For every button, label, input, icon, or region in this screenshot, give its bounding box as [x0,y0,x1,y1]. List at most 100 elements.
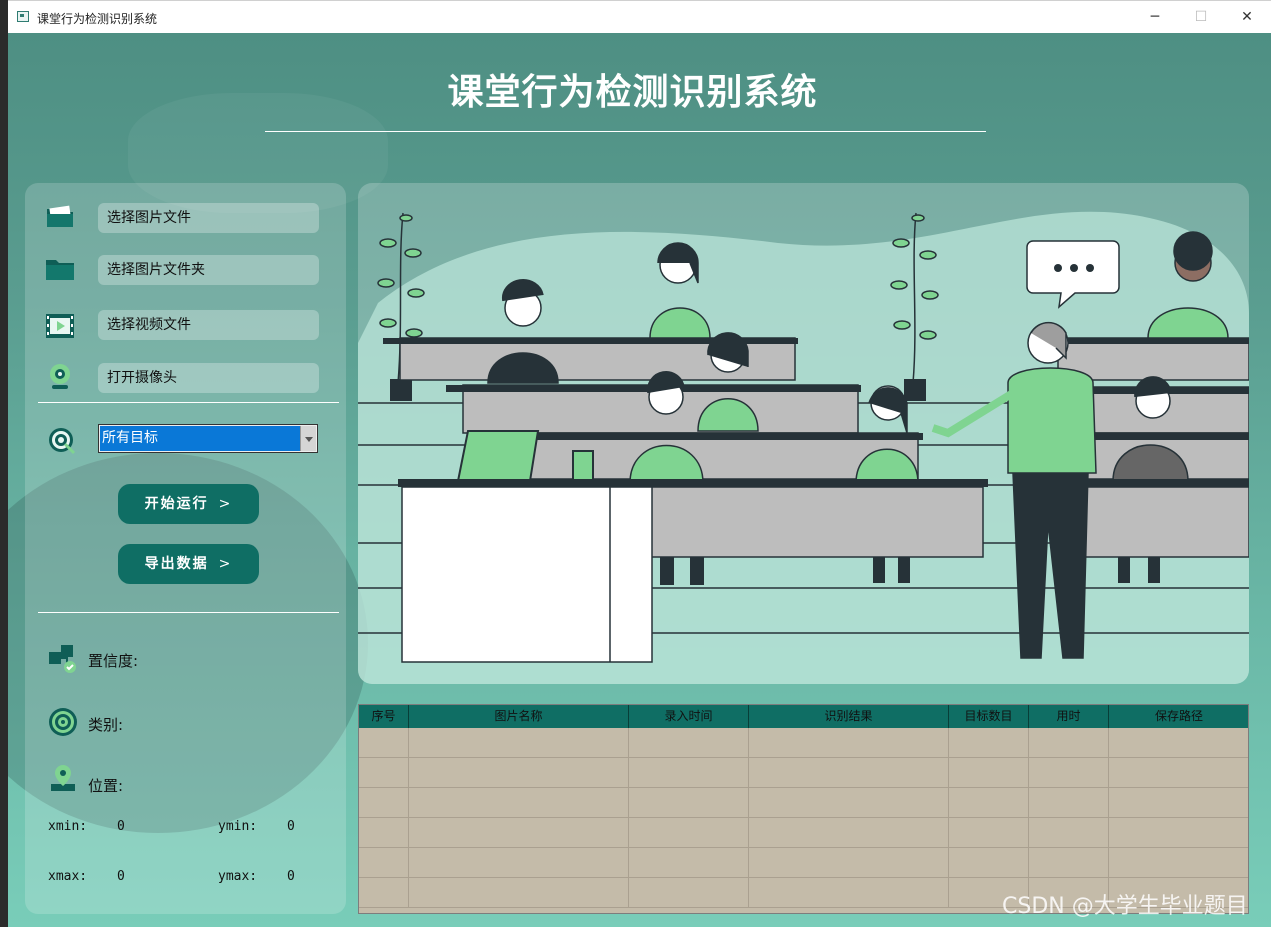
select-folder-button[interactable]: 选择图片文件夹 [98,255,319,285]
title-divider [265,131,986,132]
table-cell[interactable] [749,848,949,878]
target-select[interactable]: 所有目标 [98,424,318,453]
column-header[interactable]: 识别结果 [749,705,949,728]
xmin-label: xmin: [48,819,88,834]
target-select-value: 所有目标 [100,426,300,451]
watermark: CSDN @大学生毕业题目 [1002,894,1248,919]
results-table[interactable]: 序号 图片名称 录入时间 识别结果 目标数目 用时 保存路径 [358,704,1249,914]
minimize-button[interactable]: ─ [1132,1,1178,34]
webcam-icon [50,364,70,389]
table-cell[interactable] [359,788,409,818]
position-label: 位置: [88,777,124,795]
table-cell[interactable] [359,758,409,788]
table-cell[interactable] [749,728,949,758]
table-row[interactable] [359,788,1248,818]
maximize-button[interactable]: ☐ [1178,1,1224,34]
column-header[interactable]: 保存路径 [1109,705,1248,728]
table-cell[interactable] [629,788,749,818]
table-cell[interactable] [749,758,949,788]
confidence-icon [49,645,76,673]
table-cell[interactable] [1029,848,1109,878]
table-cell[interactable] [629,818,749,848]
target-icon [49,708,77,736]
table-cell[interactable] [1029,728,1109,758]
export-button-label: 导出数据 [144,556,209,572]
column-header[interactable]: 序号 [359,705,409,728]
table-cell[interactable] [1109,818,1248,848]
table-cell[interactable] [359,848,409,878]
xmax-value: 0 [117,869,125,884]
ymin-label: ymin: [218,819,258,834]
table-cell[interactable] [409,878,629,908]
table-cell[interactable] [1029,818,1109,848]
folder-icon [46,260,74,280]
xmin-value: 0 [117,819,125,834]
table-cell[interactable] [359,818,409,848]
column-header[interactable]: 图片名称 [409,705,629,728]
divider [38,402,339,403]
table-cell[interactable] [359,878,409,908]
ymax-value: 0 [287,869,295,884]
page-title: 课堂行为检测识别系统 [447,72,818,113]
table-cell[interactable] [409,848,629,878]
table-cell[interactable] [949,818,1029,848]
select-video-row[interactable]: 选择视频文件 [25,310,346,344]
target-icon [49,428,76,455]
select-image-row[interactable]: 选择图片文件 [25,203,346,237]
table-cell[interactable] [1109,848,1248,878]
location-pin-icon [51,765,75,791]
table-cell[interactable] [749,788,949,818]
table-row[interactable] [359,728,1248,758]
table-cell[interactable] [629,758,749,788]
table-cell[interactable] [749,818,949,848]
table-row[interactable] [359,818,1248,848]
background-window-strip [0,0,8,927]
title-bar: 课堂行为检测识别系统 ─ ☐ ✕ [8,0,1271,33]
chevron-right-icon: > [218,556,233,572]
confidence-label: 置信度: [88,652,139,670]
table-cell[interactable] [1029,758,1109,788]
select-image-button[interactable]: 选择图片文件 [98,203,319,233]
table-cell[interactable] [949,788,1029,818]
control-panel: 选择图片文件 选择图片文件夹 选择视频文件 打开摄像头 所有目标 开始运行 > … [25,183,346,914]
class-label: 类别: [88,716,124,734]
table-cell[interactable] [409,758,629,788]
divider [38,612,339,613]
table-header: 序号 图片名称 录入时间 识别结果 目标数目 用时 保存路径 [359,705,1248,728]
start-button[interactable]: 开始运行 > [118,484,259,524]
chevron-down-icon[interactable] [300,426,316,451]
image-display [358,183,1249,684]
classroom-illustration [358,211,1249,684]
chevron-right-icon: > [218,496,233,512]
table-cell[interactable] [949,728,1029,758]
column-header[interactable]: 用时 [1029,705,1109,728]
open-camera-button[interactable]: 打开摄像头 [98,363,319,393]
table-cell[interactable] [359,728,409,758]
table-cell[interactable] [409,818,629,848]
table-cell[interactable] [1109,728,1248,758]
table-cell[interactable] [409,788,629,818]
column-header[interactable]: 目标数目 [949,705,1029,728]
table-cell[interactable] [749,878,949,908]
window-title: 课堂行为检测识别系统 [37,12,158,26]
table-cell[interactable] [949,758,1029,788]
table-row[interactable] [359,758,1248,788]
table-cell[interactable] [949,848,1029,878]
select-folder-row[interactable]: 选择图片文件夹 [25,255,346,289]
close-button[interactable]: ✕ [1224,1,1270,34]
ymax-label: ymax: [218,869,258,884]
table-cell[interactable] [629,728,749,758]
table-row[interactable] [359,848,1248,878]
table-cell[interactable] [1029,788,1109,818]
select-video-button[interactable]: 选择视频文件 [98,310,319,340]
export-button[interactable]: 导出数据 > [118,544,259,584]
table-cell[interactable] [1109,788,1248,818]
xmax-label: xmax: [48,869,88,884]
app-icon [17,11,29,22]
open-camera-row[interactable]: 打开摄像头 [25,363,346,397]
table-cell[interactable] [409,728,629,758]
table-cell[interactable] [629,848,749,878]
table-cell[interactable] [1109,758,1248,788]
column-header[interactable]: 录入时间 [629,705,749,728]
table-cell[interactable] [629,878,749,908]
